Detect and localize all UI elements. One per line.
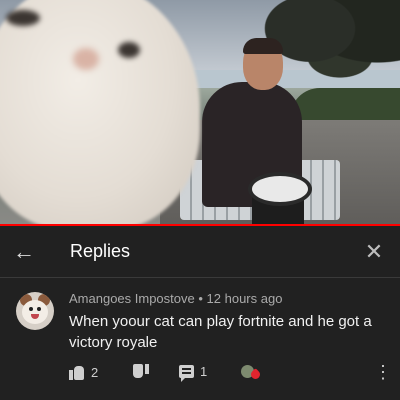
comment-icon[interactable] [179, 365, 194, 382]
video-man-hair [243, 38, 283, 54]
comment-actions: 2 1 ⋮ [69, 363, 392, 384]
avatar-face [22, 300, 48, 324]
more-options-button[interactable]: ⋮ [374, 363, 392, 381]
comment-meta: Amangoes Impostove • 12 hours ago [69, 291, 282, 306]
like-button[interactable]: 2 [69, 364, 98, 380]
avatar[interactable] [16, 292, 54, 330]
reply-button[interactable]: 1 [179, 364, 208, 382]
avatar-eye-right [37, 307, 41, 311]
video-progress-fill [0, 224, 400, 226]
video-drum [248, 172, 312, 206]
thumbs-up-icon[interactable] [69, 364, 85, 380]
comment-text: When yoour cat can play fortnite and he … [69, 313, 372, 351]
cat-eye-right [118, 42, 140, 58]
cat-nose [73, 48, 99, 70]
video-player[interactable] [0, 0, 400, 226]
replies-header: ← Replies ✕ [0, 227, 400, 278]
video-cat [0, 0, 200, 226]
like-count: 2 [91, 364, 99, 380]
page-title: Replies [70, 241, 131, 261]
more-vert-icon[interactable]: ⋮ [374, 363, 392, 381]
arrow-left-icon[interactable]: ← [10, 239, 38, 265]
close-icon[interactable]: ✕ [362, 239, 386, 265]
reply-count: 1 [200, 364, 208, 379]
comment-author[interactable]: Amangoes Impostove [69, 291, 195, 306]
thumbs-down-icon[interactable] [133, 364, 149, 380]
video-progress-bar[interactable] [0, 224, 400, 226]
dislike-button[interactable] [133, 364, 149, 380]
creator-heart-icon [241, 364, 262, 381]
creator-heart [241, 364, 262, 381]
meta-separator: • [198, 291, 203, 306]
avatar-eye-left [29, 307, 33, 311]
cat-eye-left [6, 10, 40, 26]
comment-time: 12 hours ago [206, 291, 283, 306]
